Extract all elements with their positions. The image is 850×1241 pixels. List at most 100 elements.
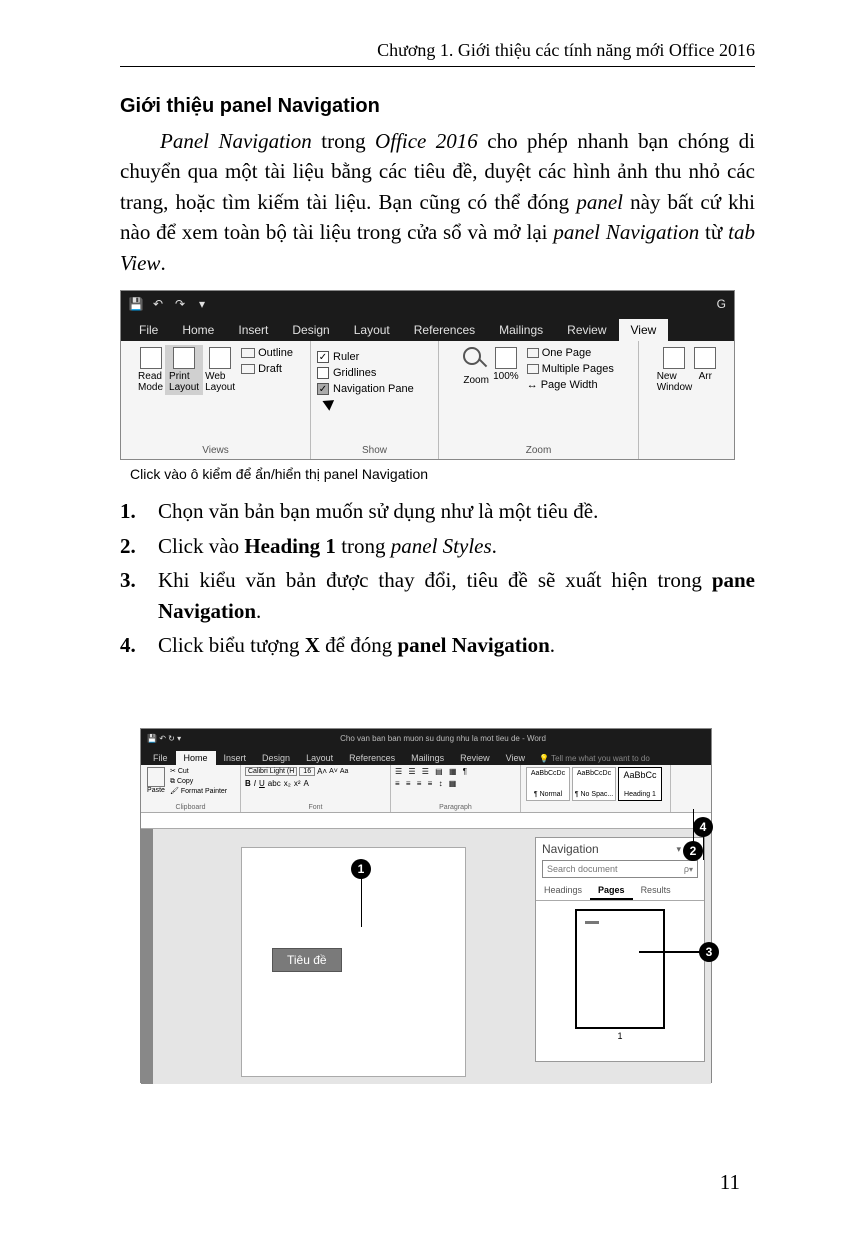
nav-thumbnail[interactable]: [575, 909, 665, 1029]
intro-italic-4: panel Navigation: [553, 220, 699, 244]
zoom-button[interactable]: Zoom: [463, 345, 489, 388]
italic-icon[interactable]: I: [254, 779, 256, 788]
nav-dropdown-icon[interactable]: ▾: [676, 844, 681, 855]
bold-icon[interactable]: B: [245, 779, 251, 788]
navigation-pane: Navigation ▾ × Search document ρ▾ Headin…: [535, 837, 705, 1062]
change-case-icon[interactable]: Aa: [340, 768, 349, 775]
font-label: Font: [241, 804, 390, 811]
grow-font-icon[interactable]: A˄: [317, 767, 327, 776]
multiple-pages-button[interactable]: Multiple Pages: [527, 363, 614, 375]
zoom-100-button[interactable]: 100%: [493, 345, 519, 384]
nav-tab-headings[interactable]: Headings: [536, 882, 590, 900]
zoom-group-label: Zoom: [439, 445, 638, 456]
underline-icon[interactable]: U: [259, 779, 265, 788]
cut-button[interactable]: ✂ Cut: [170, 767, 227, 777]
font-size-select[interactable]: 16: [299, 767, 315, 776]
navigation-pane-checkbox[interactable]: ✓Navigation Pane: [317, 383, 414, 395]
tab-home[interactable]: Home: [176, 751, 216, 765]
views-group-label: Views: [121, 445, 310, 456]
sub-icon[interactable]: x₂: [284, 779, 291, 788]
screenshot1-caption: Click vào ô kiểm để ẩn/hiển thị panel Na…: [130, 466, 755, 482]
tab-insert[interactable]: Insert: [216, 751, 255, 765]
tab-mailings[interactable]: Mailings: [403, 751, 452, 765]
copy-button[interactable]: ⧉ Copy: [170, 777, 227, 787]
tab-review[interactable]: Review: [452, 751, 498, 765]
nav-search-input[interactable]: Search document ρ▾: [542, 860, 698, 878]
tell-me[interactable]: 💡 Tell me what you want to do: [533, 752, 656, 765]
nav-tabs: Headings Pages Results: [536, 882, 704, 901]
tab-references[interactable]: References: [341, 751, 403, 765]
redo-icon[interactable]: ↷: [173, 297, 187, 311]
new-window-button[interactable]: New Window: [657, 345, 693, 395]
tab-design[interactable]: Design: [280, 319, 341, 341]
web-layout-button[interactable]: Web Layout: [205, 345, 235, 395]
undo-icon[interactable]: ↶: [151, 297, 165, 311]
paragraph-row2[interactable]: ≡ ≡ ≡ ≡ ↕ ▦: [395, 779, 516, 788]
gridlines-checkbox[interactable]: Gridlines: [317, 367, 376, 379]
redo-icon[interactable]: ↻: [168, 734, 175, 743]
tab-file[interactable]: File: [127, 319, 170, 341]
save-icon[interactable]: 💾: [129, 297, 143, 311]
outline-button[interactable]: Outline: [241, 347, 293, 359]
ribbon-tabs: File Home Insert Design Layout Reference…: [121, 317, 734, 341]
tab-design[interactable]: Design: [254, 751, 298, 765]
draft-button[interactable]: Draft: [241, 363, 293, 375]
tab-review[interactable]: Review: [555, 319, 618, 341]
read-mode-button[interactable]: Read Mode: [138, 345, 163, 395]
paste-label: Paste: [145, 787, 167, 794]
screenshot-ribbon-view: 💾 ↶ ↷ ▾ G File Home Insert Design Layout…: [120, 290, 735, 460]
one-page-button[interactable]: One Page: [527, 347, 614, 359]
ribbon-tabs-2: File Home Insert Design Layout Reference…: [141, 747, 711, 765]
paragraph-row1[interactable]: ☰ ☰ ☰ ▤ ▦ ¶: [395, 767, 516, 776]
intro-paragraph: Panel Navigation trong Office 2016 cho p…: [120, 126, 755, 278]
save-icon[interactable]: 💾: [147, 734, 157, 743]
page-number: 11: [720, 1170, 740, 1195]
selected-heading-text[interactable]: Tiêu đề: [272, 948, 342, 972]
nav-tab-results[interactable]: Results: [633, 882, 679, 900]
qat-customize-icon[interactable]: ▾: [195, 297, 209, 311]
print-layout-button[interactable]: Print Layout: [165, 345, 203, 395]
ribbon-body-2: Paste ✂ Cut ⧉ Copy 🖌 Format Painter Clip…: [141, 765, 711, 813]
chapter-header: Chương 1. Giới thiệu các tính năng mới O…: [120, 40, 755, 67]
cursor-icon: [325, 397, 339, 413]
document-page[interactable]: Tiêu đề: [241, 847, 466, 1077]
tab-file[interactable]: File: [145, 751, 176, 765]
tab-view[interactable]: View: [498, 751, 533, 765]
navigation-title: Navigation: [542, 842, 599, 856]
tab-references[interactable]: References: [402, 319, 487, 341]
tab-layout[interactable]: Layout: [342, 319, 402, 341]
intro-italic-2: Office 2016: [375, 129, 478, 153]
tab-view[interactable]: View: [619, 319, 669, 341]
nav-tab-pages[interactable]: Pages: [590, 882, 633, 900]
ruler-checkbox[interactable]: ✓Ruler: [317, 351, 359, 363]
tab-layout[interactable]: Layout: [298, 751, 341, 765]
page-width-button[interactable]: ↔Page Width: [527, 379, 614, 391]
font-name-select[interactable]: Calibri Light (H: [245, 767, 297, 776]
paragraph-label: Paragraph: [391, 804, 520, 811]
style-heading1[interactable]: AaBbCcHeading 1: [618, 767, 662, 801]
highlight-icon[interactable]: A: [303, 779, 308, 788]
tab-home[interactable]: Home: [170, 319, 226, 341]
ribbon-body: Read Mode Print Layout Web Layout Outlin…: [121, 341, 734, 460]
arrange-button[interactable]: Arr: [694, 345, 716, 395]
titlebar-2: 💾 ↶ ↻ ▾ Cho van ban ban muon su dung nhu…: [141, 729, 711, 747]
style-nospacing[interactable]: AaBbCcDc¶ No Spac...: [572, 767, 616, 801]
ruler: [141, 813, 711, 829]
step-1: 1.Chọn văn bản bạn muốn sử dụng như là m…: [120, 496, 755, 526]
strike-icon[interactable]: abc: [268, 779, 281, 788]
steps-list: 1.Chọn văn bản bạn muốn sử dụng như là m…: [120, 496, 755, 660]
format-painter-button[interactable]: 🖌 Format Painter: [170, 787, 227, 797]
intro-italic-1: Panel Navigation: [160, 129, 312, 153]
tab-insert[interactable]: Insert: [226, 319, 280, 341]
screenshot-word-home: 💾 ↶ ↻ ▾ Cho van ban ban muon su dung nhu…: [140, 728, 712, 1083]
shrink-font-icon[interactable]: A˅: [329, 768, 338, 775]
sup-icon[interactable]: x²: [294, 779, 301, 788]
style-normal[interactable]: AaBbCcDc¶ Normal: [526, 767, 570, 801]
tab-mailings[interactable]: Mailings: [487, 319, 555, 341]
step-3: 3.Khi kiểu văn bản được thay đổi, tiêu đ…: [120, 565, 755, 626]
clipboard-label: Clipboard: [141, 804, 240, 811]
paste-icon[interactable]: [147, 767, 165, 787]
undo-icon[interactable]: ↶: [159, 734, 166, 743]
section-heading: Giới thiệu panel Navigation: [120, 95, 755, 118]
callout-4: 4: [693, 817, 713, 837]
